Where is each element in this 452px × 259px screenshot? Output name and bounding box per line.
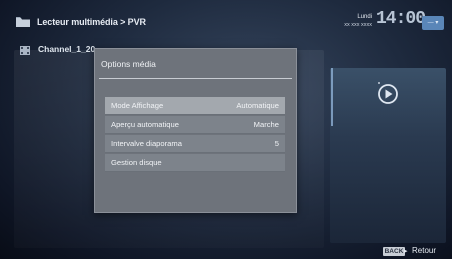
option-gestion-disque[interactable]: Gestion disque (105, 154, 285, 172)
video-file-icon (20, 46, 30, 55)
option-apercu-automatique[interactable]: Aperçu automatique Marche (105, 116, 285, 134)
date-full: xx xxx xxxx (344, 22, 372, 28)
dialog-divider (99, 78, 292, 79)
play-icon (378, 82, 398, 104)
option-value: Automatique (236, 101, 279, 110)
option-label: Gestion disque (111, 158, 162, 167)
preview-scrollbar[interactable] (331, 68, 333, 126)
option-intervalle-diaporama[interactable]: Intervalve diaporama 5 (105, 135, 285, 153)
folder-icon (16, 17, 30, 27)
option-value: Marche (253, 120, 279, 129)
option-label: Mode Affichage (111, 101, 164, 110)
tv-screen: Lecteur multimédia > PVR Lundi xx xxx xx… (0, 0, 452, 259)
back-label: Retour (412, 246, 437, 255)
option-label: Intervalve diaporama (111, 139, 182, 148)
media-options-dialog: Options média Mode Affichage Automatique… (94, 48, 297, 213)
top-bar: Lecteur multimédia > PVR Lundi xx xxx xx… (0, 0, 452, 40)
arrow-right-icon: ▸ (404, 248, 408, 255)
dialog-title: Options média (101, 59, 156, 69)
clock: 14:00 (376, 9, 426, 29)
breadcrumb: Lecteur multimédia > PVR (37, 17, 146, 27)
option-value: 5 (274, 139, 279, 148)
status-pill: — ▾ (422, 16, 444, 30)
file-name: Channel_1_20 (38, 44, 96, 54)
option-mode-affichage[interactable]: Mode Affichage Automatique (105, 97, 285, 115)
option-label: Aperçu automatique (111, 120, 179, 129)
back-key[interactable]: BACK (383, 247, 405, 256)
date-day: Lundi (357, 14, 372, 20)
